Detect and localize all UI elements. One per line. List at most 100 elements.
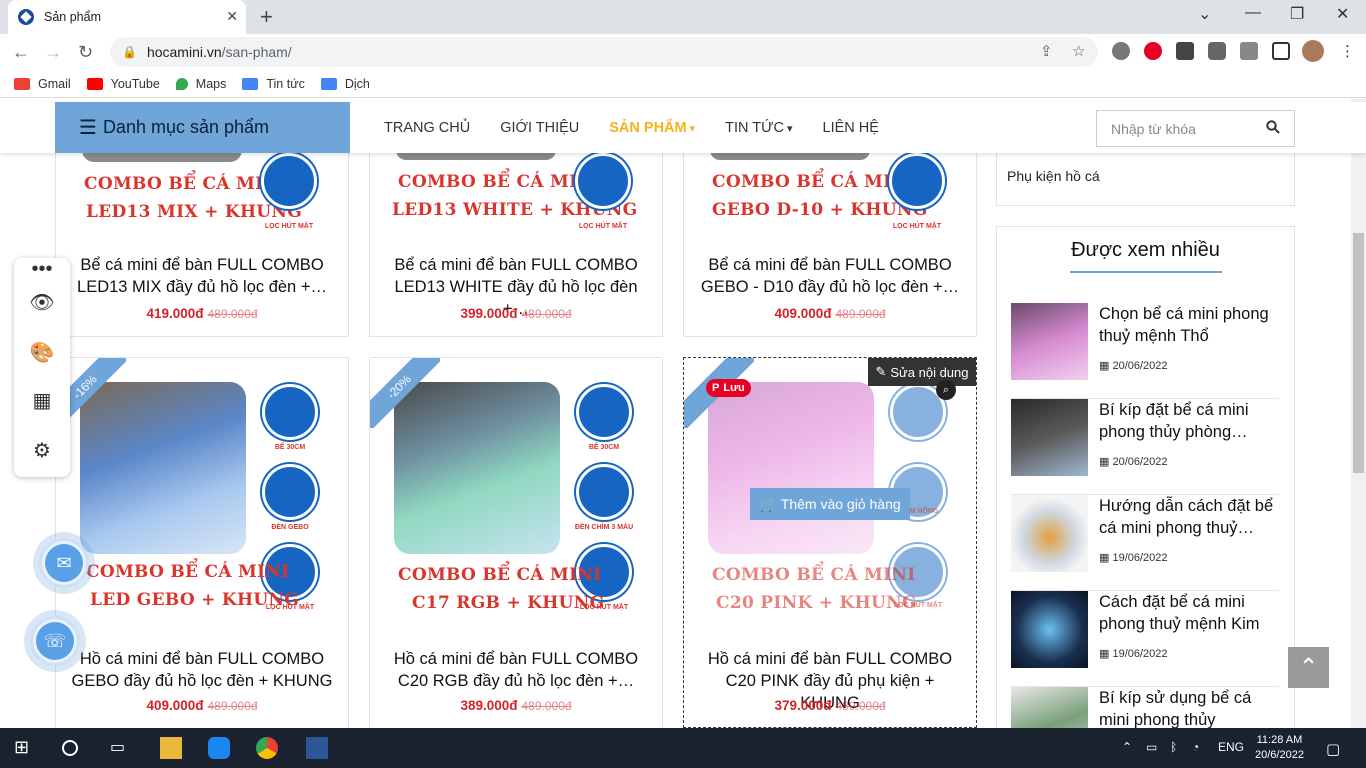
pinterest-save-button[interactable]: P Lưu (706, 379, 751, 397)
edit-content-button[interactable]: ✎ Sửa nội dung (868, 358, 976, 386)
share-icon[interactable]: ⇪ (1040, 42, 1053, 60)
minimize-icon[interactable]: — (1245, 4, 1261, 22)
tab-san-pham[interactable]: Sản phẩm ✕ (8, 0, 246, 34)
visual-search-icon[interactable]: ⌕ (936, 380, 956, 400)
gmail-icon (14, 77, 30, 90)
filter-badge-icon (261, 153, 317, 209)
chrome-icon[interactable] (256, 737, 278, 759)
maps-icon (175, 77, 188, 90)
bookmark-translate[interactable]: Dịch (320, 77, 370, 91)
windows-start-icon[interactable]: ⊞ (14, 737, 36, 759)
zalo-icon[interactable] (208, 737, 230, 759)
popular-post-item[interactable]: Bí kíp đặt bể cá mini phong thủy phòng… … (1011, 399, 1279, 495)
profile-avatar[interactable] (1302, 40, 1324, 62)
product-card-hover[interactable]: % CHÌM HỒNG LỌC HÚT MẶT COMBO BỂ CÁ MINI… (683, 357, 977, 728)
clock[interactable]: 11:28 AM 20/6/2022 (1255, 733, 1304, 763)
product-name[interactable]: Hồ cá mini để bàn FULL COMBO GEBO đầy đủ… (56, 648, 348, 692)
close-tab-icon[interactable]: ✕ (226, 8, 238, 25)
add-to-cart-label: Thêm vào giỏ hàng (780, 496, 901, 512)
youtube-icon (86, 77, 103, 90)
bluetooth-icon[interactable]: ᛒ (1170, 740, 1177, 754)
palette-icon[interactable]: 🎨 (14, 340, 70, 365)
clock-date: 20/6/2022 (1255, 749, 1304, 761)
popular-title: Được xem nhiều (1071, 239, 1220, 261)
sidebar-category-item[interactable]: Phụ kiện hồ cá (1007, 168, 1100, 184)
new-tab-icon[interactable]: + (260, 4, 273, 30)
bookmarks-bar: Gmail YouTube Maps Tin tức Dịch (0, 70, 1366, 98)
wifi-icon[interactable]: ◔ (1192, 740, 1199, 754)
messenger-button[interactable]: ✉ (39, 538, 89, 588)
more-icon[interactable]: ••• (14, 258, 70, 281)
language-indicator[interactable]: ENG (1218, 740, 1244, 754)
bookmark-news[interactable]: Tin tức (242, 77, 305, 91)
bookmark-maps[interactable]: Maps (175, 76, 227, 91)
product-card[interactable]: -20% BỂ 30CM ĐÈN CHÌM 3 MÀU LỌC HÚT MẶT … (369, 357, 663, 728)
browser-menu-icon[interactable]: ⋮ (1340, 42, 1355, 60)
extension-m-icon[interactable] (1176, 42, 1194, 60)
close-window-icon[interactable]: ✕ (1336, 4, 1349, 24)
phone-button[interactable]: ☏ (30, 616, 80, 666)
eye-icon[interactable]: 👁 (14, 290, 70, 315)
pinterest-icon[interactable] (1144, 42, 1162, 60)
extension-gear-icon[interactable] (1112, 42, 1130, 60)
bookmark-star-icon[interactable]: ☆ (1072, 42, 1085, 60)
bookmark-label: Gmail (38, 76, 71, 91)
notification-icon[interactable]: ▢ (1326, 740, 1340, 758)
category-menu-button[interactable]: ☰ Danh mục sản phẩm (55, 102, 350, 153)
post-title[interactable]: Bí kíp sử dụng bể cá mini phong thủy ngư… (1099, 687, 1279, 728)
popular-post-item[interactable]: Bí kíp sử dụng bể cá mini phong thủy ngư… (1011, 687, 1279, 728)
battery-icon[interactable]: ▭ (1146, 740, 1157, 754)
address-bar[interactable]: 🔒 hocamini.vn/san-pham/ (110, 37, 1098, 67)
extensions-puzzle-icon[interactable] (1208, 42, 1226, 60)
bookmark-gmail[interactable]: Gmail (14, 77, 71, 91)
popular-post-item[interactable]: Chọn bể cá mini phong thuỷ mệnh Thổ ▦ 20… (1011, 303, 1279, 399)
word-icon[interactable] (306, 737, 328, 759)
bookmark-label: Maps (195, 76, 227, 91)
calendar-icon: ▦ (1099, 456, 1113, 468)
grid-icon[interactable]: ▦ (14, 388, 70, 413)
bookmark-youtube[interactable]: YouTube (86, 77, 160, 91)
product-name[interactable]: Hồ cá mini để bàn FULL COMBO C20 RGB đầy… (370, 648, 662, 692)
file-explorer-icon[interactable] (160, 737, 182, 759)
search-input[interactable]: Nhập từ khóa (1096, 110, 1295, 147)
reload-icon[interactable]: ↻ (78, 42, 93, 63)
media-icon[interactable] (1240, 42, 1258, 60)
popular-post-item[interactable]: Cách đặt bể cá mini phong thuỷ mệnh Kim … (1011, 591, 1279, 687)
back-icon[interactable]: ← (12, 42, 30, 63)
price-current: 419.000đ (146, 306, 204, 321)
maximize-icon[interactable]: ❐ (1290, 4, 1304, 24)
side-panel-icon[interactable] (1272, 42, 1290, 60)
price-current: 409.000đ (146, 698, 204, 713)
product-name[interactable]: Bể cá mini để bàn FULL COMBO LED13 MIX đ… (56, 254, 348, 298)
tab-search-icon[interactable]: ⌄ (1198, 4, 1211, 24)
scroll-to-top-button[interactable]: ⌃ (1288, 647, 1329, 688)
nav-news-label: TIN TỨC (725, 119, 784, 136)
scrollbar-thumb[interactable] (1353, 233, 1364, 473)
post-title[interactable]: Bí kíp đặt bể cá mini phong thủy phòng… (1099, 399, 1279, 443)
forward-icon[interactable]: → (44, 42, 62, 63)
search-icon[interactable] (1266, 120, 1280, 134)
post-title[interactable]: Chọn bể cá mini phong thuỷ mệnh Thổ (1099, 303, 1279, 347)
nav-products[interactable]: SẢN PHẨM ▾ (609, 120, 695, 136)
product-name[interactable]: Bể cá mini để bàn FULL COMBO GEBO - D10 … (684, 254, 976, 298)
settings-icon[interactable]: ⚙ (14, 438, 70, 463)
post-date: ▦ 19/06/2022 (1099, 647, 1168, 660)
nav-about[interactable]: GIỚI THIỆU (500, 120, 579, 136)
messenger-icon: ✉ (45, 544, 83, 582)
search-circle-icon[interactable] (62, 740, 78, 756)
post-title[interactable]: Hướng dẫn cách đặt bể cá mini phong thuỷ… (1099, 495, 1279, 539)
product-banner-line1: COMBO BỂ CÁ MINI (86, 562, 290, 582)
tray-up-icon[interactable]: ⌃ (1122, 740, 1132, 754)
post-title[interactable]: Cách đặt bể cá mini phong thuỷ mệnh Kim (1099, 591, 1279, 635)
product-card[interactable]: -16% BỂ 30CM ĐÈN GEBO LỌC HÚT MẶT COMBO … (55, 357, 349, 728)
product-price: 389.000đ 489.000đ (370, 698, 662, 713)
nav-contact[interactable]: LIÊN HỆ (823, 120, 879, 136)
hamburger-icon: ☰ (79, 117, 97, 139)
nav-news[interactable]: TIN TỨC ▾ (725, 120, 792, 136)
page-scrollbar[interactable] (1351, 99, 1366, 728)
popular-post-item[interactable]: Hướng dẫn cách đặt bể cá mini phong thuỷ… (1011, 495, 1279, 591)
task-view-icon[interactable]: ▭ (110, 737, 132, 759)
add-to-cart-button[interactable]: 🛒 Thêm vào giỏ hàng (750, 488, 910, 520)
nav-home[interactable]: TRANG CHỦ (384, 120, 470, 136)
tank-badge-icon (262, 384, 318, 440)
